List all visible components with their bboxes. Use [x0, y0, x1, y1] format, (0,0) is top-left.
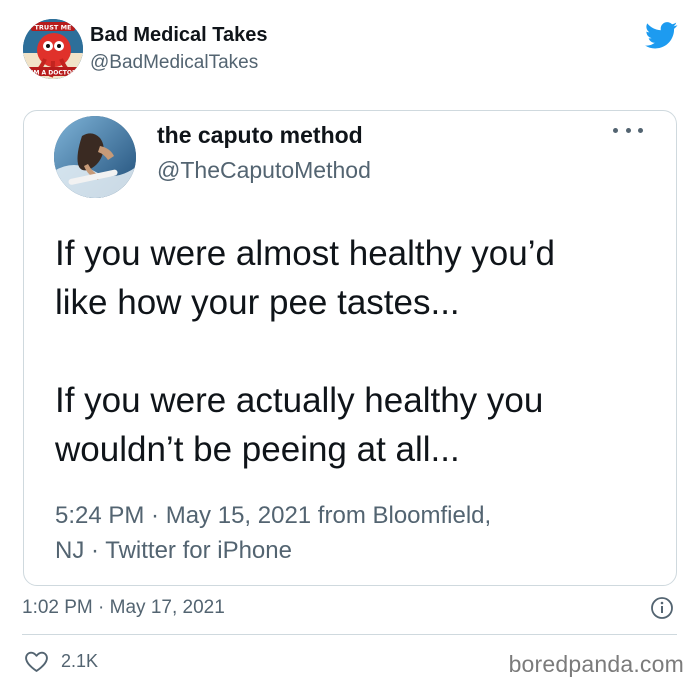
like-count: 2.1K [61, 650, 99, 671]
more-options-icon[interactable] [613, 123, 643, 137]
like-button[interactable]: 2.1K [24, 648, 98, 674]
tweet-text-line: wouldn’t be peeing at all... [55, 430, 460, 469]
tweet-screenshot: TRUST ME I'M A DOCTOR Bad Medical Takes … [0, 0, 700, 689]
heart-icon [25, 651, 48, 672]
quoted-tweet-meta: 5:24 PM · May 15, 2021 from Bloomfield, … [55, 498, 655, 568]
tweet-text-line: If you were almost healthy you’d [55, 234, 555, 273]
more-dot [625, 127, 631, 133]
quoted-author-name[interactable]: the caputo method [157, 122, 363, 149]
avatar-badge-bottom: I'M A DOCTOR [29, 70, 77, 77]
outer-author-name[interactable]: Bad Medical Takes [90, 24, 267, 47]
quoted-tweet-timestamp[interactable]: 5:24 PM · May 15, 2021 from Bloomfield, [55, 498, 655, 533]
quoted-tweet-source: NJ · Twitter for iPhone [55, 537, 292, 564]
divider [22, 634, 677, 635]
quoted-tweet-text: If you were almost healthy you’d like ho… [55, 229, 655, 474]
quoted-tweet-card[interactable]: the caputo method @TheCaputoMethod If yo… [23, 110, 677, 586]
more-dot [638, 127, 643, 133]
more-dot [613, 127, 618, 133]
tweet-text-line: like how your pee tastes... [55, 283, 460, 322]
twitter-bird-icon[interactable] [645, 22, 678, 49]
avatar-badge-top: TRUST ME [34, 24, 71, 32]
watermark: boredpanda.com [508, 651, 684, 677]
outer-author-handle[interactable]: @BadMedicalTakes [90, 52, 258, 74]
outer-author-avatar[interactable]: TRUST ME I'M A DOCTOR [23, 19, 83, 79]
outer-tweet-timestamp[interactable]: 1:02 PM · May 17, 2021 [22, 597, 225, 619]
tweet-text-line: If you were actually healthy you [55, 381, 544, 420]
info-icon[interactable] [650, 596, 674, 620]
quoted-author-avatar[interactable] [54, 116, 136, 198]
quoted-author-handle[interactable]: @TheCaputoMethod [157, 157, 371, 184]
